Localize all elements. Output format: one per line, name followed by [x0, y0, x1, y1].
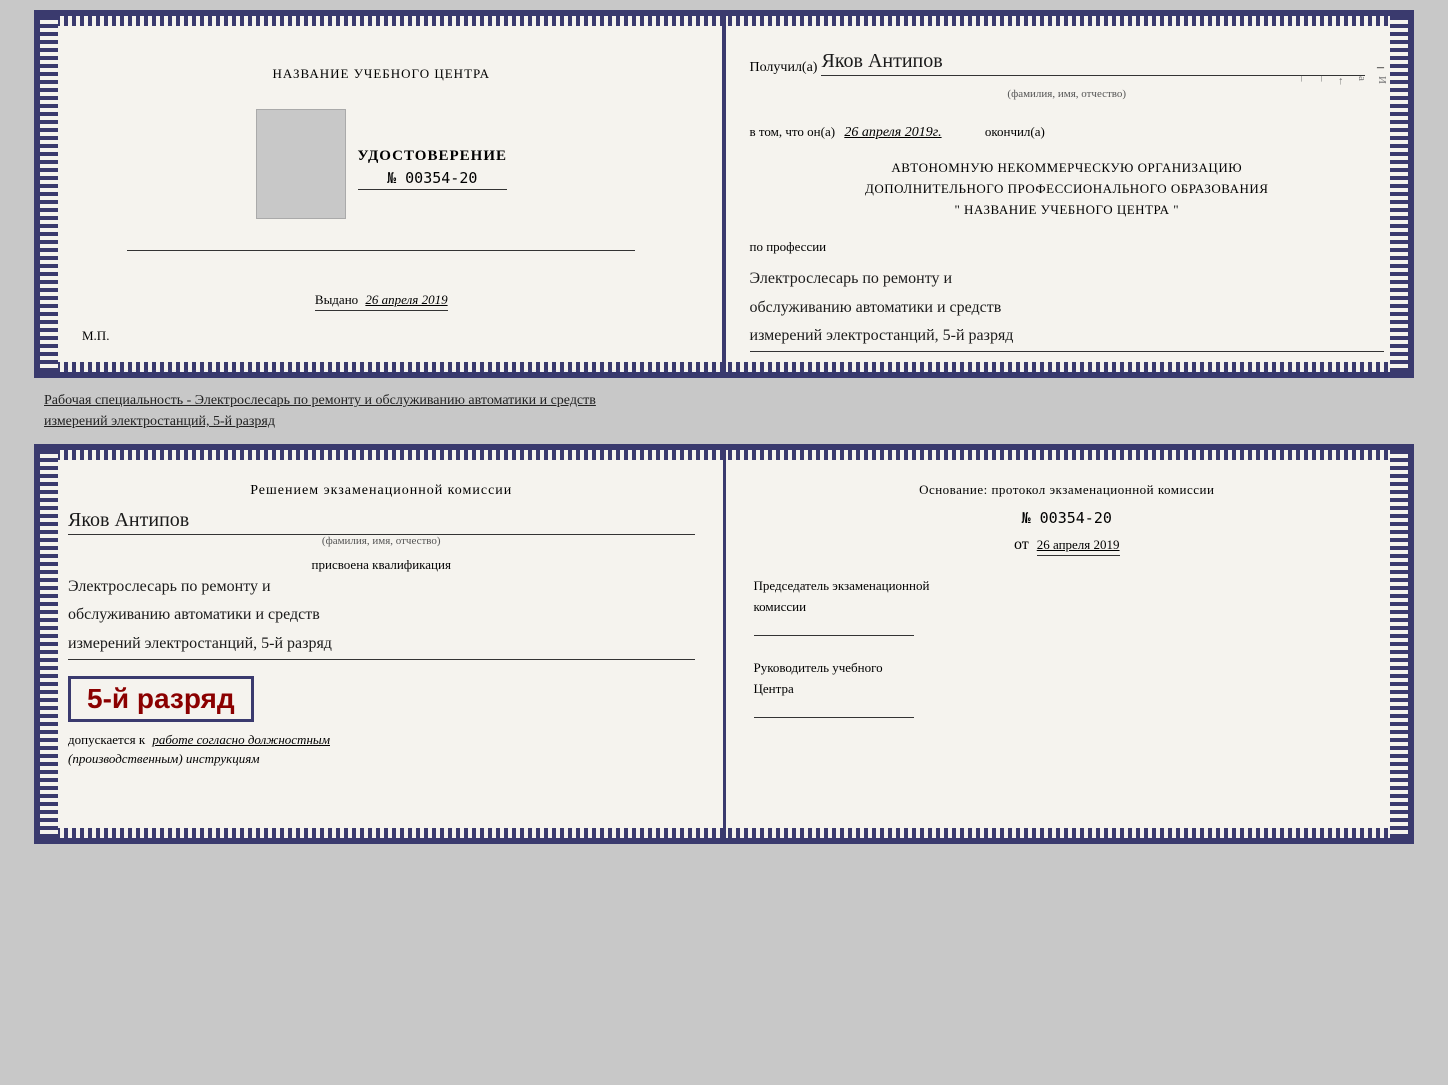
chairman-line2: комиссии	[754, 597, 1381, 618]
in-that-label: в том, что он(а)	[750, 124, 836, 139]
diploma-top-spread: НАЗВАНИЕ УЧЕБНОГО ЦЕНТРА УДОСТОВЕРЕНИЕ №…	[34, 10, 1414, 378]
head-line2: Центра	[754, 679, 1381, 700]
fio-sub-bottom: (фамилия, имя, отчество)	[68, 535, 695, 547]
profession-label: по профессии	[750, 239, 1385, 255]
recipient-label: Получил(а)	[750, 60, 818, 76]
commission-title: Решением экзаменационной комиссии	[68, 480, 695, 502]
head-line1: Руководитель учебного	[754, 658, 1381, 679]
qual-line2: обслуживанию автоматики и средств	[68, 601, 695, 630]
allowed-italic: (производственным) инструкциям	[68, 751, 695, 767]
rank-badge: 5-й разряд	[68, 676, 254, 722]
recipient-name: Яков Антипов	[821, 50, 1365, 76]
photo-placeholder	[256, 109, 346, 219]
chairman-signature-line	[754, 618, 914, 636]
protocol-date-wrapper: от 26 апреля 2019	[754, 531, 1381, 556]
fio-sub-top: (фамилия, имя, отчество)	[750, 88, 1385, 100]
qual-line1: Электрослесарь по ремонту и	[68, 573, 695, 602]
mp-label: М.П.	[82, 328, 109, 344]
head-signature-line	[754, 700, 914, 718]
profession-line2: обслуживанию автоматики и средств	[750, 294, 1385, 323]
bottom-left-panel: Решением экзаменационной комиссии Яков А…	[40, 450, 726, 838]
bottom-right-decoration	[1390, 450, 1408, 838]
head-block: Руководитель учебного Центра	[754, 658, 1381, 724]
profession-line1: Электрослесарь по ремонту и	[750, 265, 1385, 294]
org-line1: АВТОНОМНУЮ НЕКОММЕРЧЕСКУЮ ОРГАНИЗАЦИЮ	[750, 158, 1385, 179]
diploma-bottom-spread: Решением экзаменационной комиссии Яков А…	[34, 444, 1414, 844]
cert-title: УДОСТОВЕРЕНИЕ	[358, 148, 508, 165]
commission-person-name: Яков Антипов	[68, 509, 695, 535]
completion-line: в том, что он(а) 26 апреля 2019г. окончи…	[750, 122, 1385, 144]
middle-line1: Рабочая специальность - Электрослесарь п…	[44, 390, 1404, 411]
date-prefix: от	[1014, 536, 1029, 553]
top-left-panel: НАЗВАНИЕ УЧЕБНОГО ЦЕНТРА УДОСТОВЕРЕНИЕ №…	[40, 16, 726, 372]
rank-badge-text: 5-й разряд	[87, 683, 235, 714]
profession-value: Электрослесарь по ремонту и обслуживанию…	[750, 265, 1385, 352]
assigned-label: присвоена квалификация	[68, 557, 695, 573]
allowed-value: работе согласно должностным	[152, 732, 330, 747]
org-line3: " НАЗВАНИЕ УЧЕБНОГО ЦЕНТРА "	[750, 200, 1385, 221]
protocol-number: № 00354-20	[754, 509, 1381, 527]
school-name-top: НАЗВАНИЕ УЧЕБНОГО ЦЕНТРА	[273, 66, 490, 82]
top-right-panel: Получил(а) Яков Антипов – (фамилия, имя,…	[726, 16, 1409, 372]
issued-date: 26 апреля 2019	[365, 292, 447, 307]
chairman-block: Председатель экзаменационной комиссии	[754, 576, 1381, 642]
dash-after-name: –	[1377, 60, 1384, 76]
right-side-decoration: И а ← – –	[1296, 76, 1388, 87]
cert-number: № 00354-20	[358, 169, 508, 190]
qual-line3: измерений электростанций, 5-й разряд	[68, 630, 695, 659]
chairman-line1: Председатель экзаменационной	[754, 576, 1381, 597]
qualification-text: Электрослесарь по ремонту и обслуживанию…	[68, 573, 695, 660]
access-line: допускается к работе согласно должностны…	[68, 730, 695, 751]
org-block: АВТОНОМНУЮ НЕКОММЕРЧЕСКУЮ ОРГАНИЗАЦИЮ ДО…	[750, 158, 1385, 220]
middle-line2: измерений электростанций, 5-й разряд	[44, 411, 1404, 432]
protocol-date: 26 апреля 2019	[1037, 537, 1120, 556]
profession-line3: измерений электростанций, 5-й разряд	[750, 322, 1385, 351]
org-line2: ДОПОЛНИТЕЛЬНОГО ПРОФЕССИОНАЛЬНОГО ОБРАЗО…	[750, 179, 1385, 200]
bottom-right-panel: Основание: протокол экзаменационной коми…	[726, 450, 1409, 838]
right-decoration	[1390, 16, 1408, 372]
recipient-line: Получил(а) Яков Антипов –	[750, 50, 1385, 76]
allowed-label: допускается к	[68, 732, 145, 747]
issued-label: Выдано	[315, 292, 358, 307]
issued-line: Выдано 26 апреля 2019	[315, 292, 448, 311]
basis-title: Основание: протокол экзаменационной коми…	[754, 480, 1381, 501]
completion-date: 26 апреля 2019г.	[844, 125, 941, 140]
middle-text-block: Рабочая специальность - Электрослесарь п…	[34, 386, 1414, 436]
completed-label: окончил(а)	[985, 124, 1045, 139]
